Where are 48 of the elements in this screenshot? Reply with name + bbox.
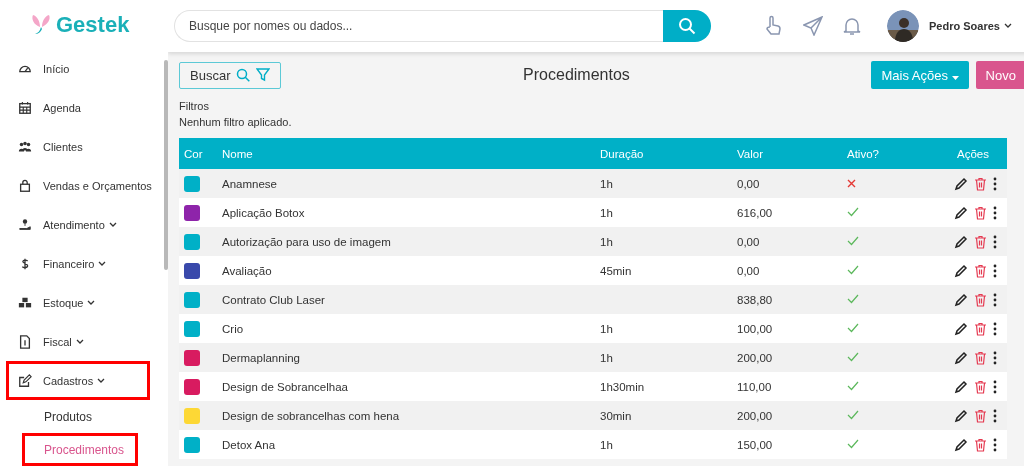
sidebar-subitem[interactable]: Procedimentos: [22, 433, 138, 466]
table-cell: 1h: [600, 198, 737, 227]
sidebar-item[interactable]: Cadastros: [6, 361, 150, 400]
search-field[interactable]: Busque por nomes ou dados...: [174, 10, 663, 42]
table-cell: Anamnese: [222, 169, 600, 198]
table-cell: Aplicação Botox: [222, 198, 600, 227]
sidebar-subitem[interactable]: Produtos: [6, 400, 128, 433]
table-cell: Design de sobrancelhas com hena: [222, 401, 600, 430]
new-button[interactable]: Novo: [975, 61, 1024, 89]
sidebar-item[interactable]: Vendas e Orçamentos: [6, 166, 150, 205]
table-cell: 110,00: [737, 372, 847, 401]
table-cell: Dermaplanning: [222, 343, 600, 372]
table-cell: Avaliação: [222, 256, 600, 285]
filters-status: Nenhum filtro aplicado.: [179, 115, 293, 130]
table-cell: 1h: [600, 227, 737, 256]
table-cell: 200,00: [737, 401, 847, 430]
table-cell: 616,00: [737, 198, 847, 227]
page-title: Procedimentos: [522, 66, 631, 84]
sidebar-item[interactable]: Agenda: [6, 88, 150, 127]
sidebar-item[interactable]: Atendimento: [6, 205, 150, 244]
table-cell: Design de Sobrancelhaa: [222, 372, 600, 401]
table-cell: 1h: [600, 430, 737, 459]
sidebar-item[interactable]: Estoque: [6, 283, 150, 322]
table-cell: 30min: [600, 401, 737, 430]
table-cell: 100,00: [737, 314, 847, 343]
table-cell: 0,00: [737, 169, 847, 198]
table-cell: 200,00: [737, 343, 847, 372]
table-cell: 150,00: [737, 430, 847, 459]
sidebar-item[interactable]: Início: [6, 49, 150, 88]
search-filter-button[interactable]: Buscar: [179, 61, 282, 89]
filters-label: Filtros: [179, 99, 210, 114]
brand-name: Gestek: [56, 11, 130, 38]
table-cell: 838,80: [737, 285, 847, 314]
table-cell: 45min: [600, 256, 737, 285]
sidebar-item[interactable]: Fiscal: [6, 322, 150, 361]
table-cell: 1h: [600, 169, 737, 198]
sidebar-item[interactable]: Clientes: [6, 127, 150, 166]
table-cell: Autorização para uso de imagem: [222, 227, 600, 256]
table-cell: 0,00: [737, 256, 847, 285]
user-name[interactable]: Pedro Soares: [929, 20, 1000, 32]
table-cell: 1h: [600, 314, 737, 343]
table-cell: Crio: [222, 314, 600, 343]
table-cell: Detox Ana: [222, 430, 600, 459]
table-cell: 1h: [600, 343, 737, 372]
table-cell: 0,00: [737, 227, 847, 256]
table-cell: 1h30min: [600, 372, 737, 401]
table-cell: Contrato Club Laser: [222, 285, 600, 314]
sidebar-item[interactable]: Financeiro: [6, 244, 150, 283]
